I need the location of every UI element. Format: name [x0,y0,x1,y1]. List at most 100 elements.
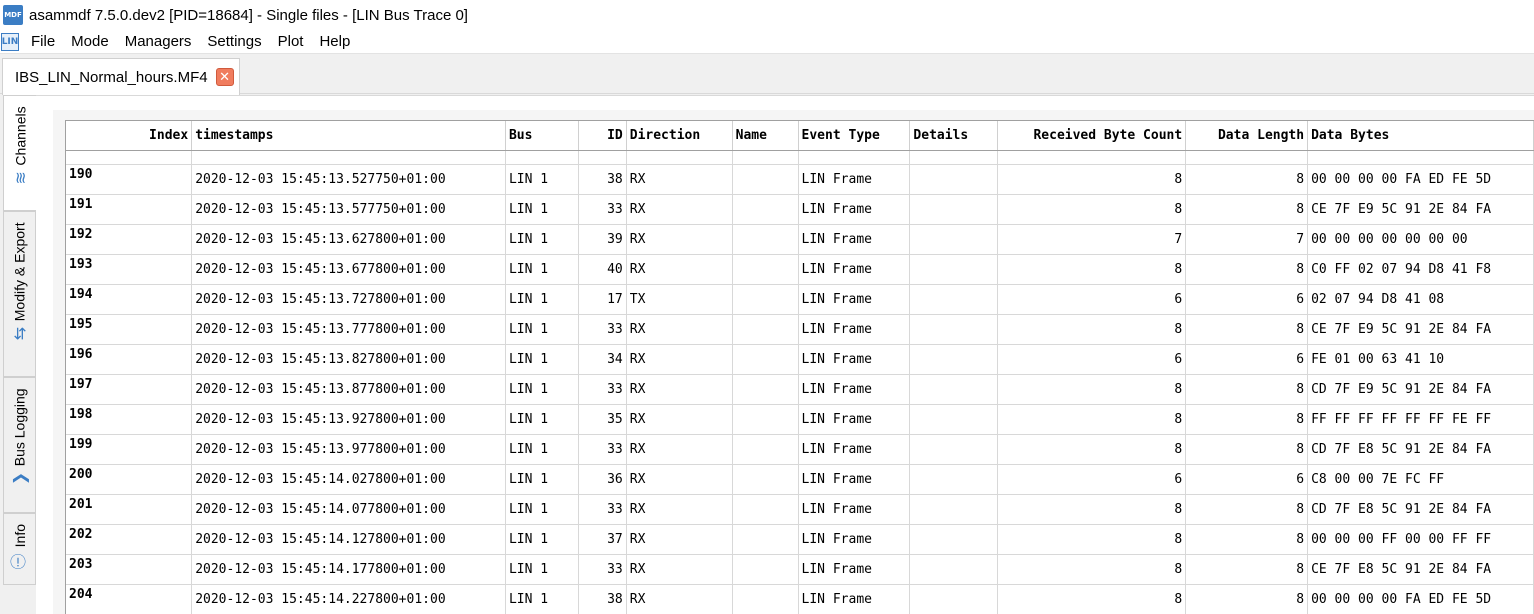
menu-file[interactable]: File [23,30,63,54]
cell-received-byte-count[interactable]: 6 [997,284,1187,315]
table-row[interactable]: 193 2020-12-03 15:45:13.677800+01:00 LIN 1… [66,254,1534,285]
cell-received-byte-count[interactable]: 7 [997,224,1187,255]
cell-timestamp[interactable]: 2020-12-03 15:45:14.027800+01:00 [191,464,506,495]
cell-data-bytes[interactable]: CD 7F E8 5C 91 2E 84 FA [1307,434,1534,465]
cell-id[interactable]: 40 [578,254,627,285]
cell-received-byte-count[interactable]: 8 [997,584,1187,614]
cell-details[interactable] [909,434,999,465]
cell-data-bytes[interactable]: 00 00 00 FF 00 00 FF FF [1307,524,1534,555]
cell-data-length[interactable]: 6 [1185,284,1309,315]
cell-index[interactable]: 202 [66,524,193,555]
cell-event-type[interactable]: LIN Frame [798,194,911,225]
cell-data-length[interactable]: 6 [1185,344,1309,375]
cell-id[interactable]: 36 [578,464,627,495]
lin-bus-trace-table[interactable]: Index timestamps Bus ID Direction Name E… [65,120,1534,614]
cell-name[interactable] [732,524,799,555]
cell-bus[interactable]: LIN 1 [505,164,579,195]
table-row[interactable]: 197 2020-12-03 15:45:13.877800+01:00 LIN 1… [66,374,1534,405]
cell-direction[interactable]: RX [626,464,733,495]
cell-id[interactable]: 33 [578,494,627,525]
cell-timestamp[interactable]: 2020-12-03 15:45:14.177800+01:00 [191,554,506,585]
cell-timestamp[interactable]: 2020-12-03 15:45:14.077800+01:00 [191,494,506,525]
cell-data-bytes[interactable]: FE 01 00 63 41 10 [1307,344,1534,375]
cell-received-byte-count[interactable]: 8 [997,194,1187,225]
cell-data-length[interactable]: 8 [1185,374,1309,405]
side-tab-bus-logging[interactable]: ❯ Bus Logging [3,377,36,513]
cell-data-length[interactable]: 8 [1185,164,1309,195]
cell-bus[interactable]: LIN 1 [505,374,579,405]
col-header-data-bytes[interactable]: Data Bytes [1307,121,1534,151]
col-header-timestamps[interactable]: timestamps [191,121,506,151]
cell-name[interactable] [732,314,799,345]
col-header-index[interactable]: Index [66,121,193,151]
file-tab[interactable]: IBS_LIN_Normal_hours.MF4 ✕ [2,58,240,95]
cell-name[interactable] [732,404,799,435]
cell-data-length[interactable]: 8 [1185,194,1309,225]
cell-direction[interactable]: RX [626,194,733,225]
cell-timestamp[interactable]: 2020-12-03 15:45:14.227800+01:00 [191,584,506,614]
cell-index[interactable]: 193 [66,254,193,285]
cell-index[interactable]: 198 [66,404,193,435]
cell-details[interactable] [909,224,999,255]
menu-mode[interactable]: Mode [63,30,117,54]
cell-id[interactable]: 38 [578,584,627,614]
cell-bus[interactable]: LIN 1 [505,434,579,465]
cell-details[interactable] [909,314,999,345]
cell-details[interactable] [909,494,999,525]
cell-name[interactable] [732,254,799,285]
close-icon[interactable]: ✕ [215,68,234,86]
cell-timestamp[interactable]: 2020-12-03 15:45:13.677800+01:00 [191,254,506,285]
col-header-bus[interactable]: Bus [505,121,579,151]
cell-data-length[interactable]: 8 [1185,314,1309,345]
cell-data-length[interactable]: 7 [1185,224,1309,255]
cell-id[interactable]: 17 [578,284,627,315]
cell-direction[interactable]: RX [626,584,733,614]
cell-name[interactable] [732,464,799,495]
cell-details[interactable] [909,254,999,285]
col-header-direction[interactable]: Direction [626,121,733,151]
cell-data-length[interactable]: 8 [1185,494,1309,525]
col-header-details[interactable]: Details [909,121,999,151]
cell-data-length[interactable]: 8 [1185,254,1309,285]
cell-direction[interactable]: RX [626,374,733,405]
cell-name[interactable] [732,584,799,614]
cell-timestamp[interactable]: 2020-12-03 15:45:13.727800+01:00 [191,284,506,315]
col-header-id[interactable]: ID [578,121,627,151]
table-row[interactable]: 203 2020-12-03 15:45:14.177800+01:00 LIN 1… [66,554,1534,585]
cell-details[interactable] [909,584,999,614]
cell-details[interactable] [909,284,999,315]
cell-name[interactable] [732,344,799,375]
cell-id[interactable]: 35 [578,404,627,435]
cell-data-bytes[interactable]: CE 7F E9 5C 91 2E 84 FA [1307,194,1534,225]
cell-bus[interactable]: LIN 1 [505,224,579,255]
cell-details[interactable] [909,524,999,555]
cell-received-byte-count[interactable]: 8 [997,554,1187,585]
cell-details[interactable] [909,554,999,585]
cell-event-type[interactable]: LIN Frame [798,554,911,585]
cell-event-type[interactable]: LIN Frame [798,254,911,285]
cell-details[interactable] [909,344,999,375]
side-tab-modify-export[interactable]: ⇆ Modify & Export [3,211,36,377]
cell-event-type[interactable]: LIN Frame [798,374,911,405]
cell-timestamp[interactable]: 2020-12-03 15:45:13.627800+01:00 [191,224,506,255]
cell-data-bytes[interactable]: C8 00 00 7E FC FF [1307,464,1534,495]
cell-index[interactable]: 196 [66,344,193,375]
cell-event-type[interactable]: LIN Frame [798,524,911,555]
cell-bus[interactable]: LIN 1 [505,344,579,375]
cell-details[interactable] [909,194,999,225]
cell-received-byte-count[interactable]: 6 [997,344,1187,375]
cell-bus[interactable]: LIN 1 [505,404,579,435]
cell-bus[interactable]: LIN 1 [505,464,579,495]
cell-id[interactable]: 33 [578,194,627,225]
cell-data-bytes[interactable]: CE 7F E9 5C 91 2E 84 FA [1307,314,1534,345]
side-tab-channels[interactable]: ≋ Channels [3,95,36,211]
cell-bus[interactable]: LIN 1 [505,284,579,315]
table-row[interactable]: 199 2020-12-03 15:45:13.977800+01:00 LIN 1… [66,434,1534,465]
menu-settings[interactable]: Settings [199,30,269,54]
cell-timestamp[interactable]: 2020-12-03 15:45:13.927800+01:00 [191,404,506,435]
cell-index[interactable]: 192 [66,224,193,255]
col-header-event-type[interactable]: Event Type [798,121,911,151]
cell-index[interactable]: 191 [66,194,193,225]
cell-name[interactable] [732,374,799,405]
cell-name[interactable] [732,284,799,315]
